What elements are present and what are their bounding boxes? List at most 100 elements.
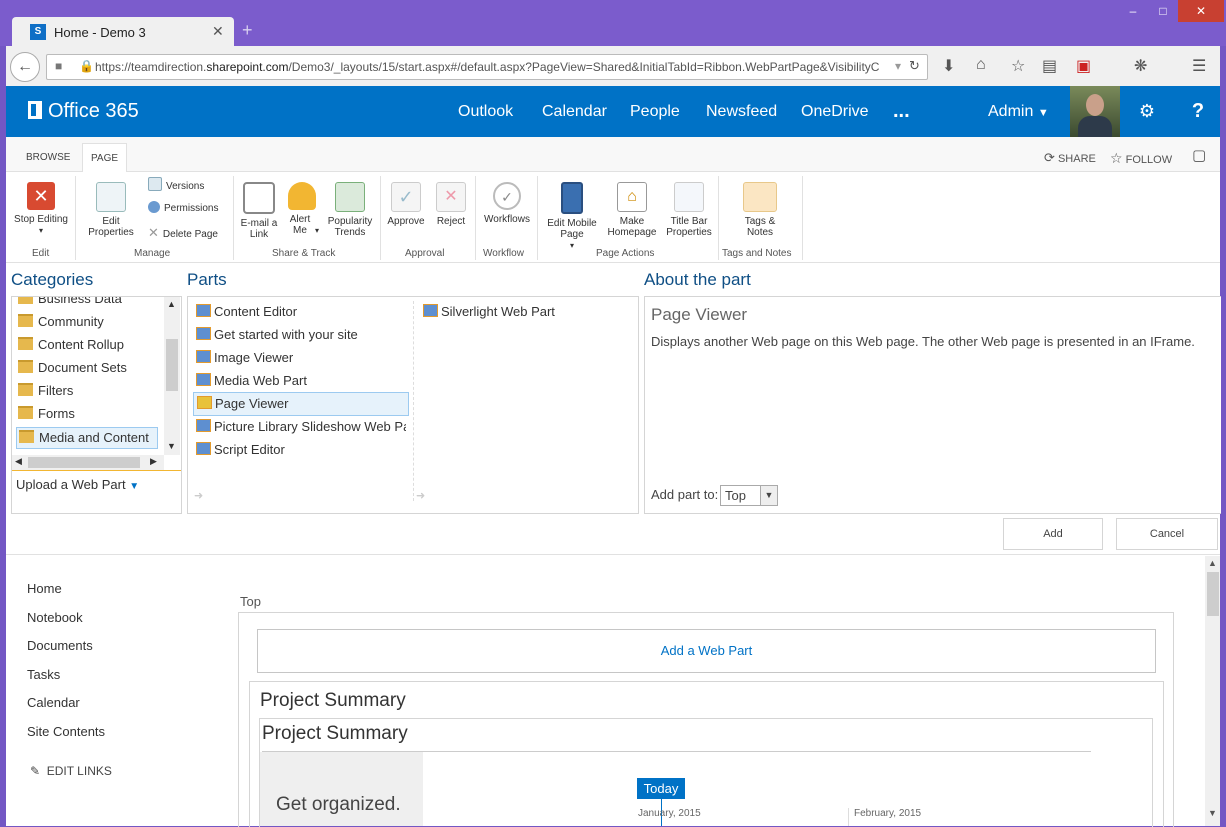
folder-icon [18,360,33,373]
scroll-up-icon[interactable]: ▲ [167,299,176,309]
workflows-button[interactable]: ✓ Workflows [480,182,534,225]
tab-close-icon[interactable]: ✕ [212,23,224,40]
scroll-left-icon[interactable]: ◀ [15,456,22,467]
delete-page-button[interactable]: ✕ Delete Page [148,225,218,241]
categories-vscrollbar[interactable]: ▲ ▼ [164,297,180,455]
addon-icon[interactable]: ▣ [1076,56,1091,76]
suite-link-people[interactable]: People [630,103,680,121]
make-homepage-button[interactable]: ⌂ Make Homepage [604,182,660,238]
category-item[interactable]: Document Sets [18,358,127,378]
nav-tasks[interactable]: Tasks [27,667,60,682]
permissions-button[interactable]: Permissions [148,201,218,214]
help-icon[interactable]: ? [1176,86,1220,137]
approve-button[interactable]: ✓ Approve [384,182,428,227]
reject-button[interactable]: ✕ Reject [432,182,470,227]
address-bar[interactable]: ■ 🔒 https://teamdirection.sharepoint.com… [46,54,928,80]
folder-icon [18,337,33,350]
home-icon[interactable]: ⌂ [976,56,986,74]
scroll-up-icon[interactable]: ▲ [1208,558,1217,568]
suite-more-button[interactable]: ... [893,100,910,123]
download-icon[interactable]: ⬇ [942,56,955,76]
dropdown-arrow-icon[interactable]: ▾ [895,59,901,73]
part-item[interactable]: Picture Library Slideshow Web Part [196,416,406,438]
suite-link-onedrive[interactable]: OneDrive [801,103,869,121]
category-item[interactable]: Forms [18,404,75,424]
reading-list-icon[interactable]: ▤ [1042,56,1057,76]
new-tab-button[interactable]: + [242,20,253,41]
suite-link-calendar[interactable]: Calendar [542,103,607,121]
focus-on-content-icon[interactable]: ▢ [1192,146,1206,164]
category-item[interactable]: Business Data [18,297,122,309]
about-part-description: Displays another Web page on this Web pa… [651,334,1195,349]
edit-links-button[interactable]: ✎ EDIT LINKS [30,764,112,778]
nav-notebook[interactable]: Notebook [27,610,83,625]
category-item[interactable]: Filters [18,381,73,401]
web-part-icon [196,373,211,386]
part-item[interactable]: Script Editor [196,439,410,461]
cancel-button[interactable]: Cancel [1116,518,1218,550]
bookmark-star-icon[interactable]: ☆ [1011,56,1025,76]
tab-browse[interactable]: BROWSE [18,143,78,171]
menu-icon[interactable]: ☰ [1192,56,1206,76]
email-icon [243,182,275,214]
share-button[interactable]: ⟳ SHARE [1044,150,1096,166]
nav-site-contents[interactable]: Site Contents [27,724,105,739]
part-item[interactable]: Image Viewer [196,347,410,369]
office365-logo[interactable]: Office 365 [28,100,139,123]
tab-page[interactable]: PAGE [82,143,128,172]
popularity-trends-button[interactable]: Popularity Trends [324,182,376,238]
nav-documents[interactable]: Documents [27,638,93,653]
scroll-down-icon[interactable]: ▼ [1208,808,1217,818]
follow-button[interactable]: ☆ FOLLOW [1110,150,1172,167]
add-web-part-link[interactable]: Add a Web Part [257,629,1156,673]
part-item[interactable]: Media Web Part [196,370,410,392]
suite-link-newsfeed[interactable]: Newsfeed [706,103,777,121]
site-identity-icon[interactable]: ■ [55,59,62,73]
part-item[interactable]: Content Editor [196,301,410,323]
tags-notes-button[interactable]: Tags & Notes [730,182,790,238]
title-bar-properties-button[interactable]: Title Bar Properties [662,182,716,238]
add-part-to-select[interactable]: Top ▼ [720,485,778,506]
parts-next-icon[interactable]: ➜ [416,489,425,502]
share-icon: ⟳ [1044,150,1055,165]
parts-prev-icon[interactable]: ➜ [194,489,203,502]
hscroll-thumb[interactable] [28,457,140,468]
alert-me-button[interactable]: Alert Me ▾ [284,182,320,236]
addon-bug-icon[interactable]: ❋ [1134,56,1147,76]
categories-hscrollbar[interactable]: ◀ ▶ [12,455,164,470]
avatar[interactable] [1070,86,1120,137]
settings-gear-icon[interactable]: ⚙ [1124,86,1170,137]
reload-icon[interactable]: ↻ [909,58,920,74]
group-label-edit: Edit [32,248,50,259]
part-item[interactable]: Silverlight Web Part [423,301,633,323]
upload-web-part-menu[interactable]: Upload a Web Part ▼ [16,477,139,492]
scroll-down-icon[interactable]: ▼ [167,441,176,451]
scroll-right-icon[interactable]: ▶ [150,456,157,467]
user-menu[interactable]: Admin ▼ [988,103,1049,121]
window-close-button[interactable]: ✕ [1178,0,1224,22]
category-item[interactable]: Content Rollup [18,335,124,355]
maximize-button[interactable]: □ [1148,0,1178,22]
scroll-thumb[interactable] [166,339,178,391]
nav-calendar[interactable]: Calendar [27,695,80,710]
about-panel: Page Viewer Displays another Web page on… [644,296,1221,514]
suite-link-outlook[interactable]: Outlook [458,103,513,121]
add-button[interactable]: Add [1003,518,1103,550]
stop-editing-button[interactable]: ✕ Stop Editing ▾ [12,182,70,236]
categories-panel: Business Data Community Content Rollup D… [11,296,182,514]
edit-properties-button[interactable]: Edit Properties [82,182,140,238]
email-link-button[interactable]: E-mail a Link [238,182,280,240]
browser-tab[interactable]: S Home - Demo 3 ✕ [12,17,234,47]
edit-mobile-page-button[interactable]: Edit Mobile Page▾ [542,182,602,251]
web-part-icon [196,442,211,455]
minimize-button[interactable]: – [1118,0,1148,22]
page-scroll-thumb[interactable] [1207,572,1219,616]
versions-button[interactable]: Versions [148,177,204,192]
web-part-title[interactable]: Project Summary [260,690,406,712]
category-item-selected[interactable]: Media and Content [16,427,158,449]
nav-home[interactable]: Home [27,581,62,596]
category-item[interactable]: Community [18,312,104,332]
back-button[interactable]: ← [10,52,40,82]
part-item[interactable]: Get started with your site [196,324,410,346]
part-item-selected[interactable]: Page Viewer [193,392,409,416]
